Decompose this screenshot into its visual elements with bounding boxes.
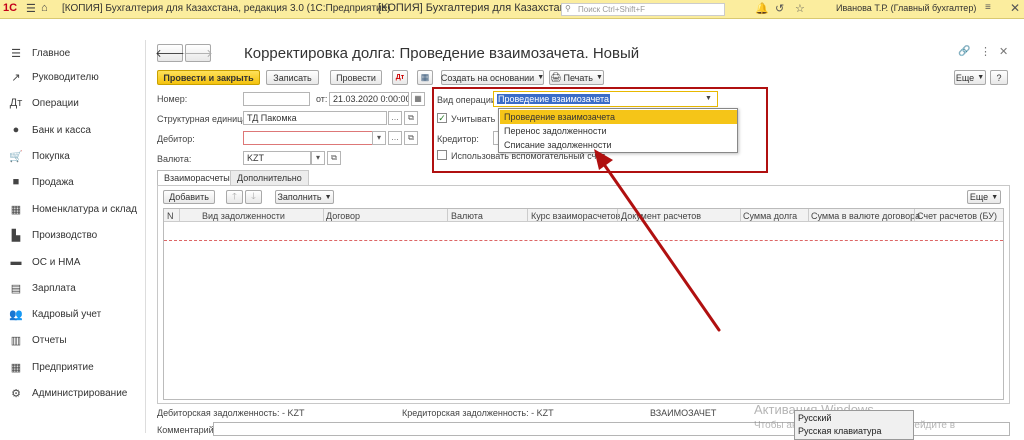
annotation-arrow (594, 149, 721, 332)
annotation-arrow-head (594, 149, 613, 170)
annotation-arrow-line (599, 158, 721, 332)
